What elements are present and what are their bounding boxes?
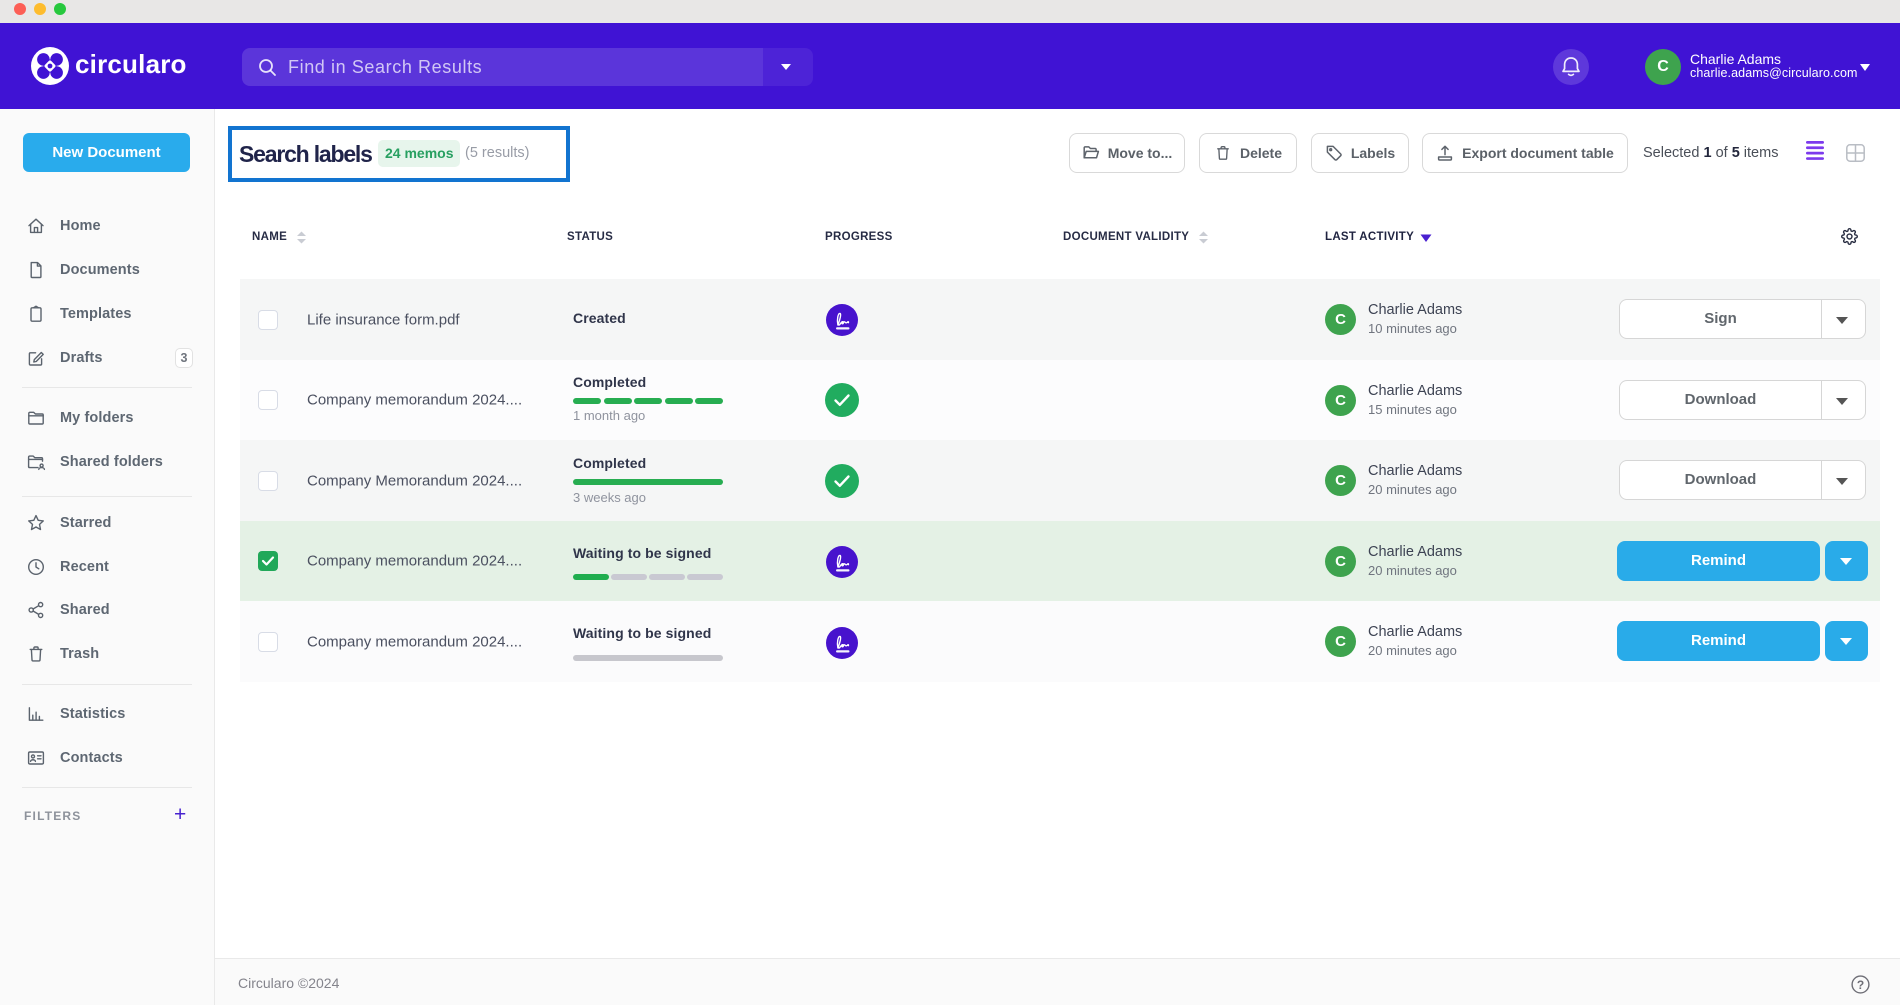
svg-text:?: ? bbox=[1857, 978, 1864, 992]
